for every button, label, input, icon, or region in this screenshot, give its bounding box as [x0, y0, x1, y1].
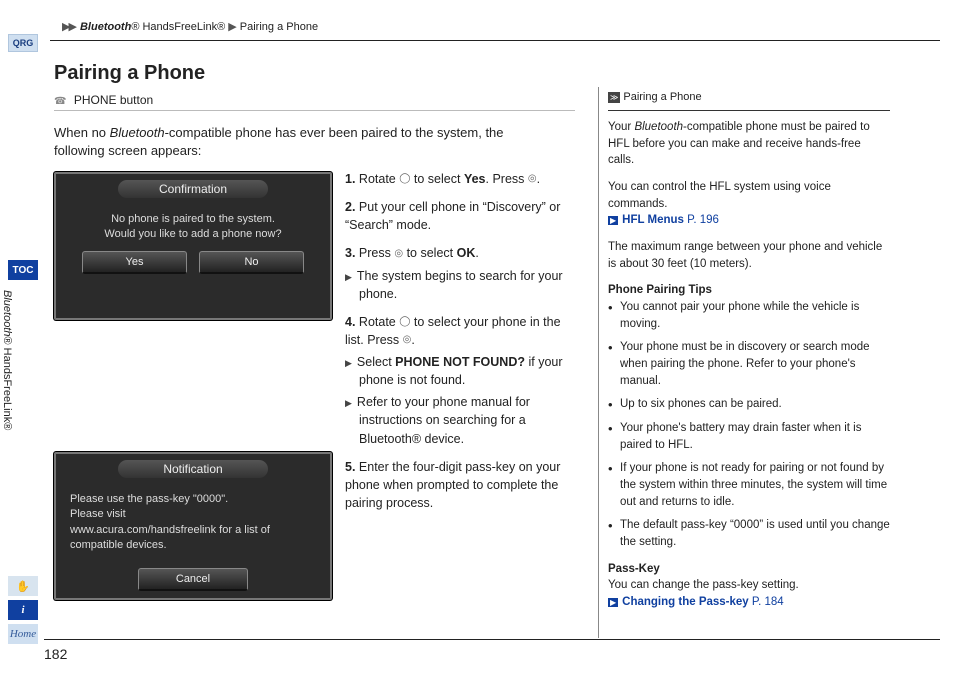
screen-no-button[interactable]: No	[199, 251, 304, 274]
page-title: Pairing a Phone	[54, 62, 205, 85]
link-changing-passkey[interactable]: Changing the Pass-key	[622, 596, 749, 608]
sidebar: ≫Pairing a Phone Your Bluetooth-compatib…	[608, 90, 890, 621]
footer-rule	[44, 639, 940, 640]
screen-cancel-button[interactable]: Cancel	[138, 568, 248, 591]
header-rule	[50, 40, 940, 41]
press-icon	[528, 172, 537, 186]
rotate-icon	[399, 315, 410, 329]
voice-icon[interactable]: ✋	[8, 576, 38, 596]
link-icon	[608, 596, 622, 608]
qrg-tab[interactable]: QRG	[8, 34, 38, 52]
tips-heading: Phone Pairing Tips	[608, 282, 890, 299]
phone-icon	[54, 93, 70, 107]
screen-yes-button[interactable]: Yes	[82, 251, 187, 274]
step-5: 5. Enter the four-digit pass-key on your…	[345, 458, 577, 512]
info-icon[interactable]: i	[8, 600, 38, 620]
screen-body: Please use the pass-key "0000". Please v…	[56, 478, 330, 562]
step-4: 4. Rotate to select your phone in the li…	[345, 313, 577, 448]
list-item: The default pass-key “0000” is used unti…	[608, 517, 890, 550]
screen-title: Confirmation	[118, 180, 268, 198]
list-item: You cannot pair your phone while the veh…	[608, 299, 890, 332]
sidebar-heading: ≫Pairing a Phone	[608, 90, 890, 106]
list-item: Up to six phones can be paired.	[608, 396, 890, 413]
link-hfl-menus[interactable]: HFL Menus	[622, 214, 684, 226]
breadcrumb-arrow-icon: ▶▶	[62, 21, 75, 33]
page-number: 182	[44, 646, 67, 662]
phone-button-line: PHONE button	[54, 93, 153, 107]
continuation-icon: ≫	[608, 92, 620, 103]
tips-list: You cannot pair your phone while the veh…	[608, 299, 890, 551]
breadcrumb-seg2: Pairing a Phone	[240, 21, 318, 33]
screen-notification: Notification Please use the pass-key "00…	[54, 452, 332, 600]
step-1: 1. Rotate to select Yes. Press .	[345, 170, 577, 188]
toc-tab[interactable]: TOC	[8, 260, 38, 280]
link-icon	[608, 214, 622, 226]
breadcrumb-seg1: Bluetooth	[80, 21, 131, 33]
breadcrumb-arrow-icon: ▶	[228, 21, 234, 33]
home-icon[interactable]: Home	[8, 624, 38, 644]
screen-title: Notification	[118, 460, 268, 478]
list-item: If your phone is not ready for pairing o…	[608, 460, 890, 510]
breadcrumb: ▶▶ Bluetooth® HandsFreeLink® ▶ Pairing a…	[62, 20, 318, 33]
passkey-heading: Pass-Key	[608, 561, 890, 578]
step-3: 3. Press to select OK. The system begins…	[345, 244, 577, 302]
sidebar-divider	[598, 87, 599, 638]
list-item: Your phone's battery may drain faster wh…	[608, 420, 890, 453]
intro-text: When no Bluetooth-compatible phone has e…	[54, 124, 554, 160]
step-2: 2. Put your cell phone in “Discovery” or…	[345, 198, 577, 234]
section-vertical-label: Bluetooth® HandsFreeLink®	[1, 290, 13, 440]
screen-body: No phone is paired to the system. Would …	[56, 198, 330, 251]
rotate-icon	[399, 172, 410, 186]
section-rule	[54, 110, 575, 111]
screen-confirmation: Confirmation No phone is paired to the s…	[54, 172, 332, 320]
step-list: 1. Rotate to select Yes. Press . 2. Put …	[345, 170, 577, 522]
list-item: Your phone must be in discovery or searc…	[608, 339, 890, 389]
press-icon	[394, 246, 403, 260]
